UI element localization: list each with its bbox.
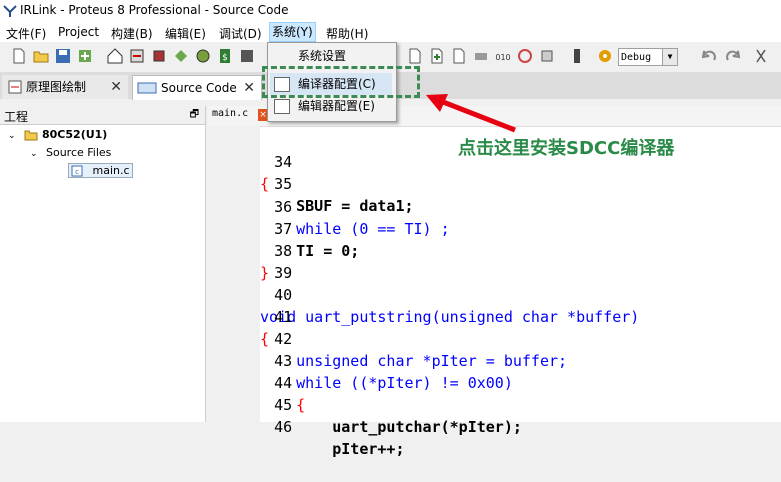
tree-item-source-files[interactable]: ⌄ Source Files [30,146,111,159]
undo-icon[interactable] [700,47,718,65]
c-file-icon: c [71,165,83,177]
tab-schematic[interactable]: 原理图绘制 ✕ [2,75,128,99]
svg-text:$: $ [222,53,228,63]
tab-source-code[interactable]: Source Code ✕ [132,75,262,100]
rebuild-icon[interactable] [516,47,534,65]
chip-icon[interactable] [150,47,168,65]
tab-schematic-label: 原理图绘制 [26,80,87,94]
menu-bar: 文件(F) Project 构建(B) 编辑(E) 调试(D) 系统(Y) 帮助… [0,22,781,42]
chip-select-icon[interactable] [568,47,586,65]
print-icon[interactable] [472,47,490,65]
menu-edit[interactable]: 编辑(E) [165,25,206,42]
proteus-app-icon [3,5,17,17]
code-line: 40 void uart_putstring(unsigned char *bu… [260,286,640,326]
tree-item-80c52[interactable]: ⌄ 80C52(U1) [8,128,107,141]
code-line: 34 { [260,153,293,193]
import-icon[interactable] [76,47,94,65]
project-panel-header: 工程 🗗 [0,106,205,125]
save-icon[interactable] [54,47,72,65]
cut-icon[interactable] [752,47,770,65]
component-icon[interactable] [172,47,190,65]
remove-file-icon[interactable] [450,47,468,65]
folder-icon [24,130,38,141]
title-bar: IRLink - Proteus 8 Professional - Source… [0,0,781,22]
svg-text:010: 010 [495,53,510,62]
pin-icon[interactable]: 🗗 [190,107,199,124]
red-arrow-icon [426,94,516,133]
menu-help[interactable]: 帮助(H) [326,25,368,42]
home-icon[interactable] [106,47,124,65]
menu-debug[interactable]: 调试(D) [219,25,262,42]
settings-gear-icon[interactable] [596,47,614,65]
chevron-down-icon[interactable]: ▼ [662,49,677,65]
code-line: 45 uart_putchar(*pIter); [260,396,522,436]
redo-icon[interactable] [724,47,742,65]
open-folder-icon[interactable] [32,47,50,65]
code-line: 38 } [260,242,293,282]
source-tab-icon [137,82,157,94]
pcb-icon[interactable] [238,47,256,65]
tab-source-label: Source Code [161,81,237,95]
highlight-box [262,66,420,98]
menu-build[interactable]: 构建(B) [111,25,153,42]
gear-icon[interactable] [194,47,212,65]
code-line: 41 { [260,308,293,348]
project-panel: 工程 🗗 ⌄ 80C52(U1) ⌄ Source Files c main.c [0,106,206,422]
code-line: 36 while (0 == TI) ; [260,198,450,238]
menu-item-editor-config[interactable]: 编辑器配置(E) [270,95,392,117]
schematic-icon[interactable] [128,47,146,65]
code-line: 35 SBUF = data1; [260,175,414,215]
new-file-icon[interactable] [10,47,28,65]
close-icon[interactable]: ✕ [243,76,255,100]
tree-item-main-c[interactable]: c main.c [68,163,133,178]
code-line: 39 [274,264,293,282]
project-panel-title: 工程 [4,110,29,124]
svg-text:c: c [75,168,79,176]
code-line: 37 TI = 0; [260,220,360,260]
clean-icon[interactable] [538,47,556,65]
build-config-value: Debug [621,52,652,63]
window-title: IRLink - Proteus 8 Professional - Source… [20,3,289,17]
chevron-down-icon[interactable]: ⌄ [8,131,16,141]
add-file-icon[interactable] [428,47,446,65]
chevron-down-icon[interactable]: ⌄ [30,149,38,159]
menu-system[interactable]: 系统(Y) [269,22,316,42]
editor-config-icon [274,99,290,114]
menu-file[interactable]: 文件(F) [6,25,46,42]
build-config-select[interactable]: Debug ▼ [618,48,678,66]
annotation-text: 点击这里安装SDCC编译器 [458,138,675,159]
menu-item-system-settings[interactable]: 系统设置 [270,45,392,67]
menu-project[interactable]: Project [58,25,99,39]
code-line: 42 unsigned char *pIter = buffer; [260,330,568,370]
code-line: 44 { [260,374,306,414]
code-line: 43 while ((*pIter) != 0x00) [260,352,513,392]
close-icon[interactable]: ✕ [110,75,122,99]
bom-icon[interactable]: $ [216,47,234,65]
file-tab-main-c[interactable]: main.c [212,108,248,119]
build-icon[interactable]: 010 [494,47,512,65]
new-source-icon[interactable] [406,47,424,65]
schematic-tab-icon [8,80,22,94]
code-line: 46 pIter++; [260,418,405,458]
